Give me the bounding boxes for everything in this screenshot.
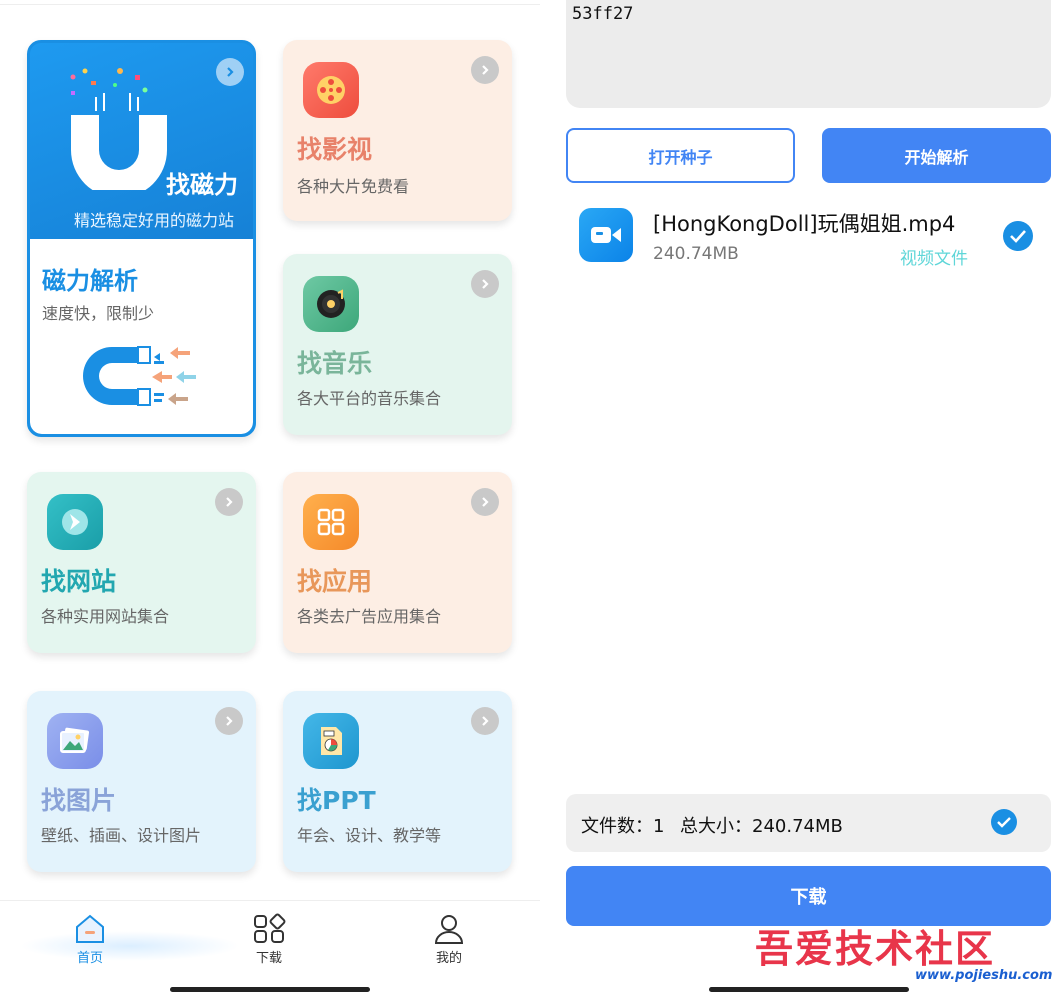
parse-panel: 53ff27 打开种子 开始解析 [HongKongDoll]玩偶姐姐.mp4 … — [541, 0, 1056, 1000]
app-title: 找应用 — [297, 567, 373, 596]
ppt-card[interactable]: 找PPT 年会、设计、教学等 — [283, 691, 512, 872]
nav-download-label: 下载 — [255, 951, 282, 966]
chevron-right-icon — [471, 56, 499, 84]
magnet-parse-subtitle: 速度快，限制少 — [42, 304, 155, 323]
ppt-subtitle: 年会、设计、教学等 — [297, 826, 442, 845]
total-size: 总大小：240.74MB — [680, 816, 843, 837]
app-card[interactable]: 找应用 各类去广告应用集合 — [283, 472, 512, 653]
website-subtitle: 各种实用网站集合 — [41, 607, 170, 626]
file-checkbox[interactable] — [1003, 221, 1033, 251]
select-all-checkbox[interactable] — [991, 809, 1017, 835]
nav-profile-label: 我的 — [435, 951, 462, 966]
app-grid-icon — [303, 494, 359, 550]
summary-bar: 文件数：1 总大小：240.74MB — [566, 794, 1051, 852]
music-title: 找音乐 — [297, 349, 373, 378]
file-type: 视频文件 — [900, 249, 968, 269]
chevron-right-icon — [216, 58, 244, 86]
picture-icon — [47, 713, 103, 769]
ppt-title: 找PPT — [297, 786, 376, 815]
chevron-right-icon — [471, 488, 499, 516]
magnet-attract-icon — [83, 346, 196, 406]
hash-text: 53ff27 — [572, 4, 634, 24]
watermark-logo: 吾爱技术社区 www.pojieshu.com — [755, 918, 1055, 988]
magnet-parse-title: 磁力解析 — [42, 267, 138, 295]
nav-home[interactable]: 首页 — [55, 913, 125, 966]
ppt-document-icon — [303, 713, 359, 769]
image-card[interactable]: 找图片 壁纸、插画、设计图片 — [27, 691, 256, 872]
apps-grid-icon — [254, 913, 286, 943]
watermark-url: www.pojieshu.com — [915, 968, 1053, 983]
open-torrent-button[interactable]: 打开种子 — [566, 128, 795, 183]
bottom-nav: 首页 下载 我的 — [0, 900, 540, 975]
start-parse-button[interactable]: 开始解析 — [822, 128, 1051, 183]
home-indicator — [170, 987, 370, 992]
movie-card[interactable]: 找影视 各种大片免费看 — [283, 40, 512, 221]
user-icon — [434, 915, 464, 944]
chevron-right-icon — [471, 270, 499, 298]
music-card[interactable]: 找音乐 各大平台的音乐集合 — [283, 254, 512, 435]
file-count: 文件数：1 — [581, 816, 665, 837]
magnet-subtitle: 精选稳定好用的磁力站 — [74, 211, 235, 230]
nav-profile[interactable]: 我的 — [414, 913, 484, 966]
music-subtitle: 各大平台的音乐集合 — [297, 389, 442, 408]
file-size: 240.74MB — [653, 244, 739, 264]
hash-textarea[interactable]: 53ff27 — [566, 0, 1051, 108]
video-file-icon — [579, 208, 633, 262]
image-title: 找图片 — [41, 786, 117, 815]
movie-subtitle: 各种大片免费看 — [297, 177, 410, 196]
check-icon — [1010, 230, 1026, 243]
website-card[interactable]: 找网站 各种实用网站集合 — [27, 472, 256, 653]
magnet-card[interactable]: 找磁力 精选稳定好用的磁力站 磁力解析 速度快，限制少 — [27, 40, 256, 437]
file-name: [HongKongDoll]玩偶姐姐.mp4 — [653, 212, 956, 236]
check-icon — [997, 817, 1011, 828]
chevron-right-icon — [215, 707, 243, 735]
film-reel-icon — [303, 62, 359, 118]
app-subtitle: 各类去广告应用集合 — [297, 607, 442, 626]
chevron-right-icon — [471, 707, 499, 735]
magnet-title: 找磁力 — [166, 171, 238, 199]
watermark-text: 吾爱技术社区 — [755, 926, 996, 971]
vinyl-record-icon — [303, 276, 359, 332]
website-arrow-icon — [47, 494, 103, 550]
image-subtitle: 壁纸、插画、设计图片 — [41, 826, 202, 845]
magnet-icon — [70, 68, 167, 190]
movie-title: 找影视 — [297, 135, 373, 164]
nav-home-label: 首页 — [76, 951, 103, 966]
website-title: 找网站 — [41, 567, 117, 596]
home-icon — [76, 914, 104, 943]
file-row[interactable]: [HongKongDoll]玩偶姐姐.mp4 240.74MB 视频文件 — [566, 198, 1051, 278]
home-panel: 找磁力 精选稳定好用的磁力站 磁力解析 速度快，限制少 找影视 各种大片免费看 … — [0, 0, 540, 1000]
screen: 找磁力 精选稳定好用的磁力站 磁力解析 速度快，限制少 找影视 各种大片免费看 … — [0, 0, 1056, 1000]
download-button[interactable]: 下载 — [566, 866, 1051, 926]
nav-download[interactable]: 下载 — [234, 913, 304, 966]
chevron-right-icon — [215, 488, 243, 516]
